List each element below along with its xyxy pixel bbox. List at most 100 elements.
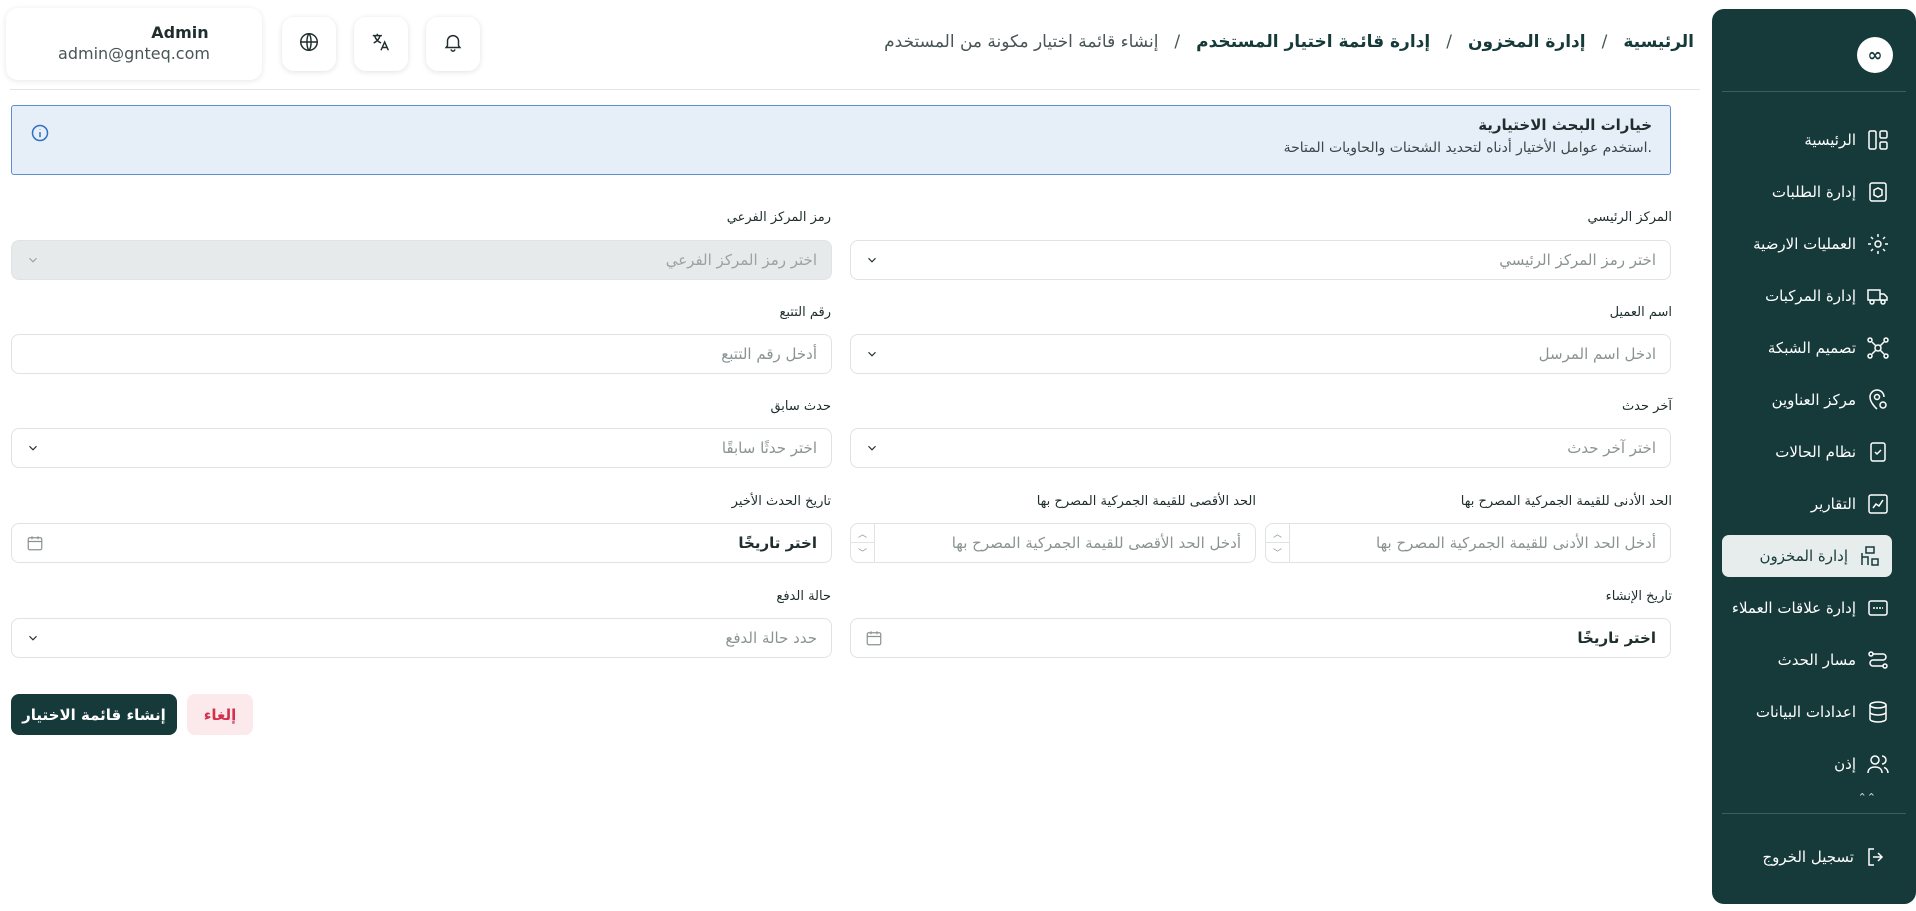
creation-date-picker[interactable]: اختر تاريخًا: [850, 618, 1671, 658]
reports-icon: [1866, 492, 1890, 516]
stepper-down-icon[interactable]: ﹀: [1266, 543, 1289, 562]
chevron-down-icon: [865, 253, 879, 267]
sidebar-item-status-system[interactable]: نظام الحالات: [1722, 431, 1900, 473]
payment-status-placeholder: حدد حالة الدفع: [725, 629, 817, 647]
breadcrumb-inventory[interactable]: إدارة المخزون: [1468, 32, 1586, 52]
sidebar-item-label: إدارة علاقات العملاء: [1731, 599, 1856, 617]
last-event-placeholder: اختر آخر حدث: [1567, 439, 1656, 457]
sidebar-item-label: إذن: [1834, 755, 1856, 773]
last-event-label: آخر حدث: [1621, 399, 1672, 414]
app-logo[interactable]: ∞: [1857, 37, 1893, 73]
sidebar-item-label: مسار الحدث: [1777, 651, 1856, 669]
sidebar-item-network-design[interactable]: تصميم الشبكة: [1722, 327, 1900, 369]
payment-status-select[interactable]: حدد حالة الدفع: [11, 618, 832, 658]
translate-button[interactable]: [354, 17, 408, 71]
logout-button[interactable]: تسجيل الخروج: [1762, 845, 1888, 869]
last-event-date-label: تاريخ الحدث الأخير: [731, 494, 831, 509]
database-icon: [1866, 700, 1890, 724]
breadcrumb-separator: /: [1601, 32, 1608, 52]
chevron-down-icon: [26, 631, 40, 645]
user-name: Admin: [151, 23, 209, 42]
stepper-down-icon[interactable]: ﹀: [851, 543, 874, 562]
min-customs-placeholder: أدخل الحد الأدنى للقيمة الجمركية المصرح …: [1376, 534, 1656, 552]
last-event-date-value: اختر تاريخًا: [738, 534, 817, 552]
translate-icon: [370, 31, 392, 57]
sidebar-item-label: إدارة المركبات: [1765, 287, 1856, 305]
customer-name-select[interactable]: ادخل اسم المرسل: [850, 334, 1671, 374]
sidebar-scroll-indicator[interactable]: ⌃⌃: [1858, 791, 1876, 804]
sidebar-item-crm[interactable]: إدارة علاقات العملاء: [1722, 587, 1900, 629]
sidebar-item-data-settings[interactable]: اعدادات البيانات: [1722, 691, 1900, 733]
max-customs-placeholder: أدخل الحد الأقصى للقيمة الجمركية المصرح …: [951, 534, 1241, 552]
status-icon: [1866, 440, 1890, 464]
location-icon: [1866, 388, 1890, 412]
sidebar-item-orders[interactable]: إدارة الطلبات: [1722, 171, 1900, 213]
tracking-number-input[interactable]: أدخل رقم التتبع: [11, 334, 832, 374]
breadcrumb-home[interactable]: الرئيسية: [1623, 32, 1694, 52]
number-stepper[interactable]: ︿ ﹀: [1266, 524, 1290, 562]
last-event-date-picker[interactable]: اختر تاريخًا: [11, 523, 832, 563]
sidebar-item-label: العمليات الارضية: [1753, 235, 1856, 253]
notifications-button[interactable]: [426, 17, 480, 71]
sub-center-select[interactable]: اختر رمز المركز الفرعي: [11, 240, 832, 280]
inventory-icon: [1858, 544, 1882, 568]
customer-name-placeholder: ادخل اسم المرسل: [1538, 345, 1656, 363]
alert-title: خيارات البحث الاختيارية: [1478, 116, 1652, 134]
payment-status-label: حالة الدفع: [776, 589, 831, 604]
max-customs-input[interactable]: أدخل الحد الأقصى للقيمة الجمركية المصرح …: [850, 523, 1256, 563]
min-customs-label: الحد الأدنى للقيمة الجمركية المصرح بها: [1460, 494, 1672, 509]
stepper-up-icon[interactable]: ︿: [1266, 524, 1289, 543]
number-stepper[interactable]: ︿ ﹀: [851, 524, 875, 562]
sidebar-item-event-path[interactable]: مسار الحدث: [1722, 639, 1900, 681]
sidebar-item-inventory[interactable]: إدارة المخزون: [1722, 535, 1892, 577]
main-center-label: المركز الرئيسي: [1587, 210, 1672, 225]
creation-date-value: اختر تاريخًا: [1577, 629, 1656, 647]
breadcrumb: الرئيسية / إدارة المخزون / إدارة قائمة ا…: [884, 32, 1694, 52]
info-alert: خيارات البحث الاختيارية استخدم عوامل الأ…: [11, 105, 1671, 175]
cancel-button[interactable]: إلغاء: [187, 694, 253, 735]
ground-operations-icon: [1866, 232, 1890, 256]
stepper-up-icon[interactable]: ︿: [851, 524, 874, 543]
breadcrumb-separator: /: [1174, 32, 1181, 52]
sidebar-item-label: مركز العناوين: [1771, 391, 1856, 409]
chevron-down-icon: [26, 253, 40, 267]
sidebar-item-permissions[interactable]: إذن: [1722, 743, 1900, 785]
sidebar-item-label: اعدادات البيانات: [1755, 703, 1856, 721]
chevron-down-icon: [26, 441, 40, 455]
tracking-number-label: رقم التتبع: [779, 305, 831, 320]
sidebar-item-label: إدارة المخزون: [1759, 547, 1848, 565]
user-profile[interactable]: Admin admin@gnteq.com: [6, 8, 262, 80]
sidebar-nav: الرئيسية إدارة الطلبات العمليات الارضية …: [1722, 119, 1900, 795]
users-icon: [1866, 752, 1890, 776]
create-picklist-button[interactable]: إنشاء قائمة الاختيار: [11, 694, 177, 735]
breadcrumb-separator: /: [1446, 32, 1452, 52]
orders-icon: [1866, 180, 1890, 204]
sidebar-item-label: نظام الحالات: [1775, 443, 1856, 461]
previous-event-select[interactable]: اختر حدثًا سابقًا: [11, 428, 832, 468]
language-button[interactable]: [282, 17, 336, 71]
sidebar-item-home[interactable]: الرئيسية: [1722, 119, 1900, 161]
sidebar-item-label: التقارير: [1810, 495, 1856, 513]
dashboard-icon: [1866, 128, 1890, 152]
alert-text: استخدم عوامل الأختيار أدناه لتحديد الشحن…: [1283, 140, 1652, 156]
sidebar-item-ground-operations[interactable]: العمليات الارضية: [1722, 223, 1900, 265]
sub-center-placeholder: اختر رمز المركز الفرعي: [665, 251, 817, 269]
sidebar-item-address-center[interactable]: مركز العناوين: [1722, 379, 1900, 421]
sub-center-label: رمز المركز الفرعي: [726, 210, 831, 225]
sidebar-item-reports[interactable]: التقارير: [1722, 483, 1900, 525]
breadcrumb-picklist-management[interactable]: إدارة قائمة اختيار المستخدم: [1196, 32, 1430, 52]
creation-date-label: تاريخ الإنشاء: [1605, 589, 1672, 604]
event-path-icon: [1866, 648, 1890, 672]
last-event-select[interactable]: اختر آخر حدث: [850, 428, 1671, 468]
tracking-number-placeholder: أدخل رقم التتبع: [721, 345, 817, 363]
min-customs-input[interactable]: أدخل الحد الأدنى للقيمة الجمركية المصرح …: [1265, 523, 1671, 563]
chevron-down-icon: [865, 441, 879, 455]
calendar-icon: [865, 629, 883, 647]
logout-icon: [1864, 845, 1888, 869]
main-center-select[interactable]: اختر رمز المركز الرئيسي: [850, 240, 1671, 280]
sidebar-item-label: إدارة الطلبات: [1771, 183, 1856, 201]
user-email: admin@gnteq.com: [58, 44, 210, 63]
header-divider: [10, 89, 1700, 90]
sidebar-item-label: تصميم الشبكة: [1767, 339, 1856, 357]
sidebar-item-vehicles[interactable]: إدارة المركبات: [1722, 275, 1900, 317]
